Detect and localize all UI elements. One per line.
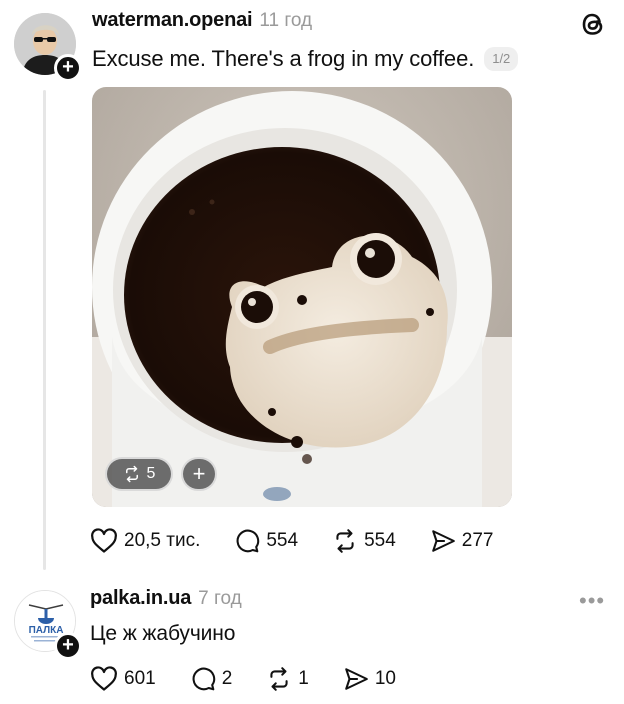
like-count: 20,5 тис. xyxy=(124,530,201,551)
reply-like-count: 601 xyxy=(124,668,156,689)
speech-bubble-icon xyxy=(236,529,260,553)
reply-text: Це ж жабучино xyxy=(90,622,236,645)
reply-button[interactable]: 554 xyxy=(234,528,298,554)
reply-reply-button[interactable]: 2 xyxy=(190,666,233,692)
reply-repost-count: 1 xyxy=(298,668,309,689)
repost-button[interactable]: 554 xyxy=(332,528,396,554)
repost-count: 554 xyxy=(364,530,396,551)
follow-plus-icon[interactable]: + xyxy=(54,632,82,660)
reply-header: palka.in.ua 7 год xyxy=(90,587,242,610)
send-icon xyxy=(431,530,455,552)
post-text: Excuse me. There's a frog in my coffee. xyxy=(92,46,475,71)
reply-share-count: 10 xyxy=(374,668,396,689)
repost-icon xyxy=(270,667,288,691)
share-button[interactable]: 277 xyxy=(430,528,494,554)
reply-share-button[interactable]: 10 xyxy=(343,666,396,692)
reply-repost-button[interactable]: 1 xyxy=(266,666,309,692)
post-image[interactable] xyxy=(92,87,512,507)
send-icon xyxy=(345,668,368,690)
post-timestamp: 11 год xyxy=(259,10,313,31)
reply-reply-count: 2 xyxy=(221,668,233,689)
repost-chip-count: 5 xyxy=(146,465,156,482)
reply-timestamp: 7 год xyxy=(198,588,242,609)
reply-username[interactable]: palka.in.ua xyxy=(90,587,191,610)
repost-icon xyxy=(125,465,138,483)
image-page-indicator: 1/2 xyxy=(484,47,519,71)
reply-count: 554 xyxy=(266,530,299,551)
heart-icon xyxy=(91,666,117,691)
reply-action-bar: 601 2 1 10 xyxy=(90,666,396,692)
repost-count-chip[interactable]: 5 xyxy=(105,457,173,491)
more-dots-icon[interactable]: ••• xyxy=(579,588,605,614)
threads-logo-icon[interactable] xyxy=(579,9,607,44)
post-action-bar: 20,5 тис. 554 554 277 xyxy=(90,528,493,554)
frog-coffee-image xyxy=(92,87,512,507)
add-plus-chip[interactable]: + xyxy=(181,457,217,491)
reply-like-button[interactable]: 601 xyxy=(90,666,156,692)
like-button[interactable]: 20,5 тис. xyxy=(90,528,200,554)
post-text-row: Excuse me. There's a frog in my coffee. … xyxy=(92,46,519,72)
repost-icon xyxy=(336,529,354,553)
speech-bubble-icon xyxy=(192,667,215,691)
share-count: 277 xyxy=(461,530,494,551)
thread-connector-line xyxy=(43,90,46,570)
post-username[interactable]: waterman.openai xyxy=(92,9,253,32)
heart-icon xyxy=(91,528,117,553)
follow-plus-icon[interactable]: + xyxy=(54,54,82,82)
post-header: waterman.openai 11 год xyxy=(92,9,312,32)
plus-icon: + xyxy=(192,461,206,486)
